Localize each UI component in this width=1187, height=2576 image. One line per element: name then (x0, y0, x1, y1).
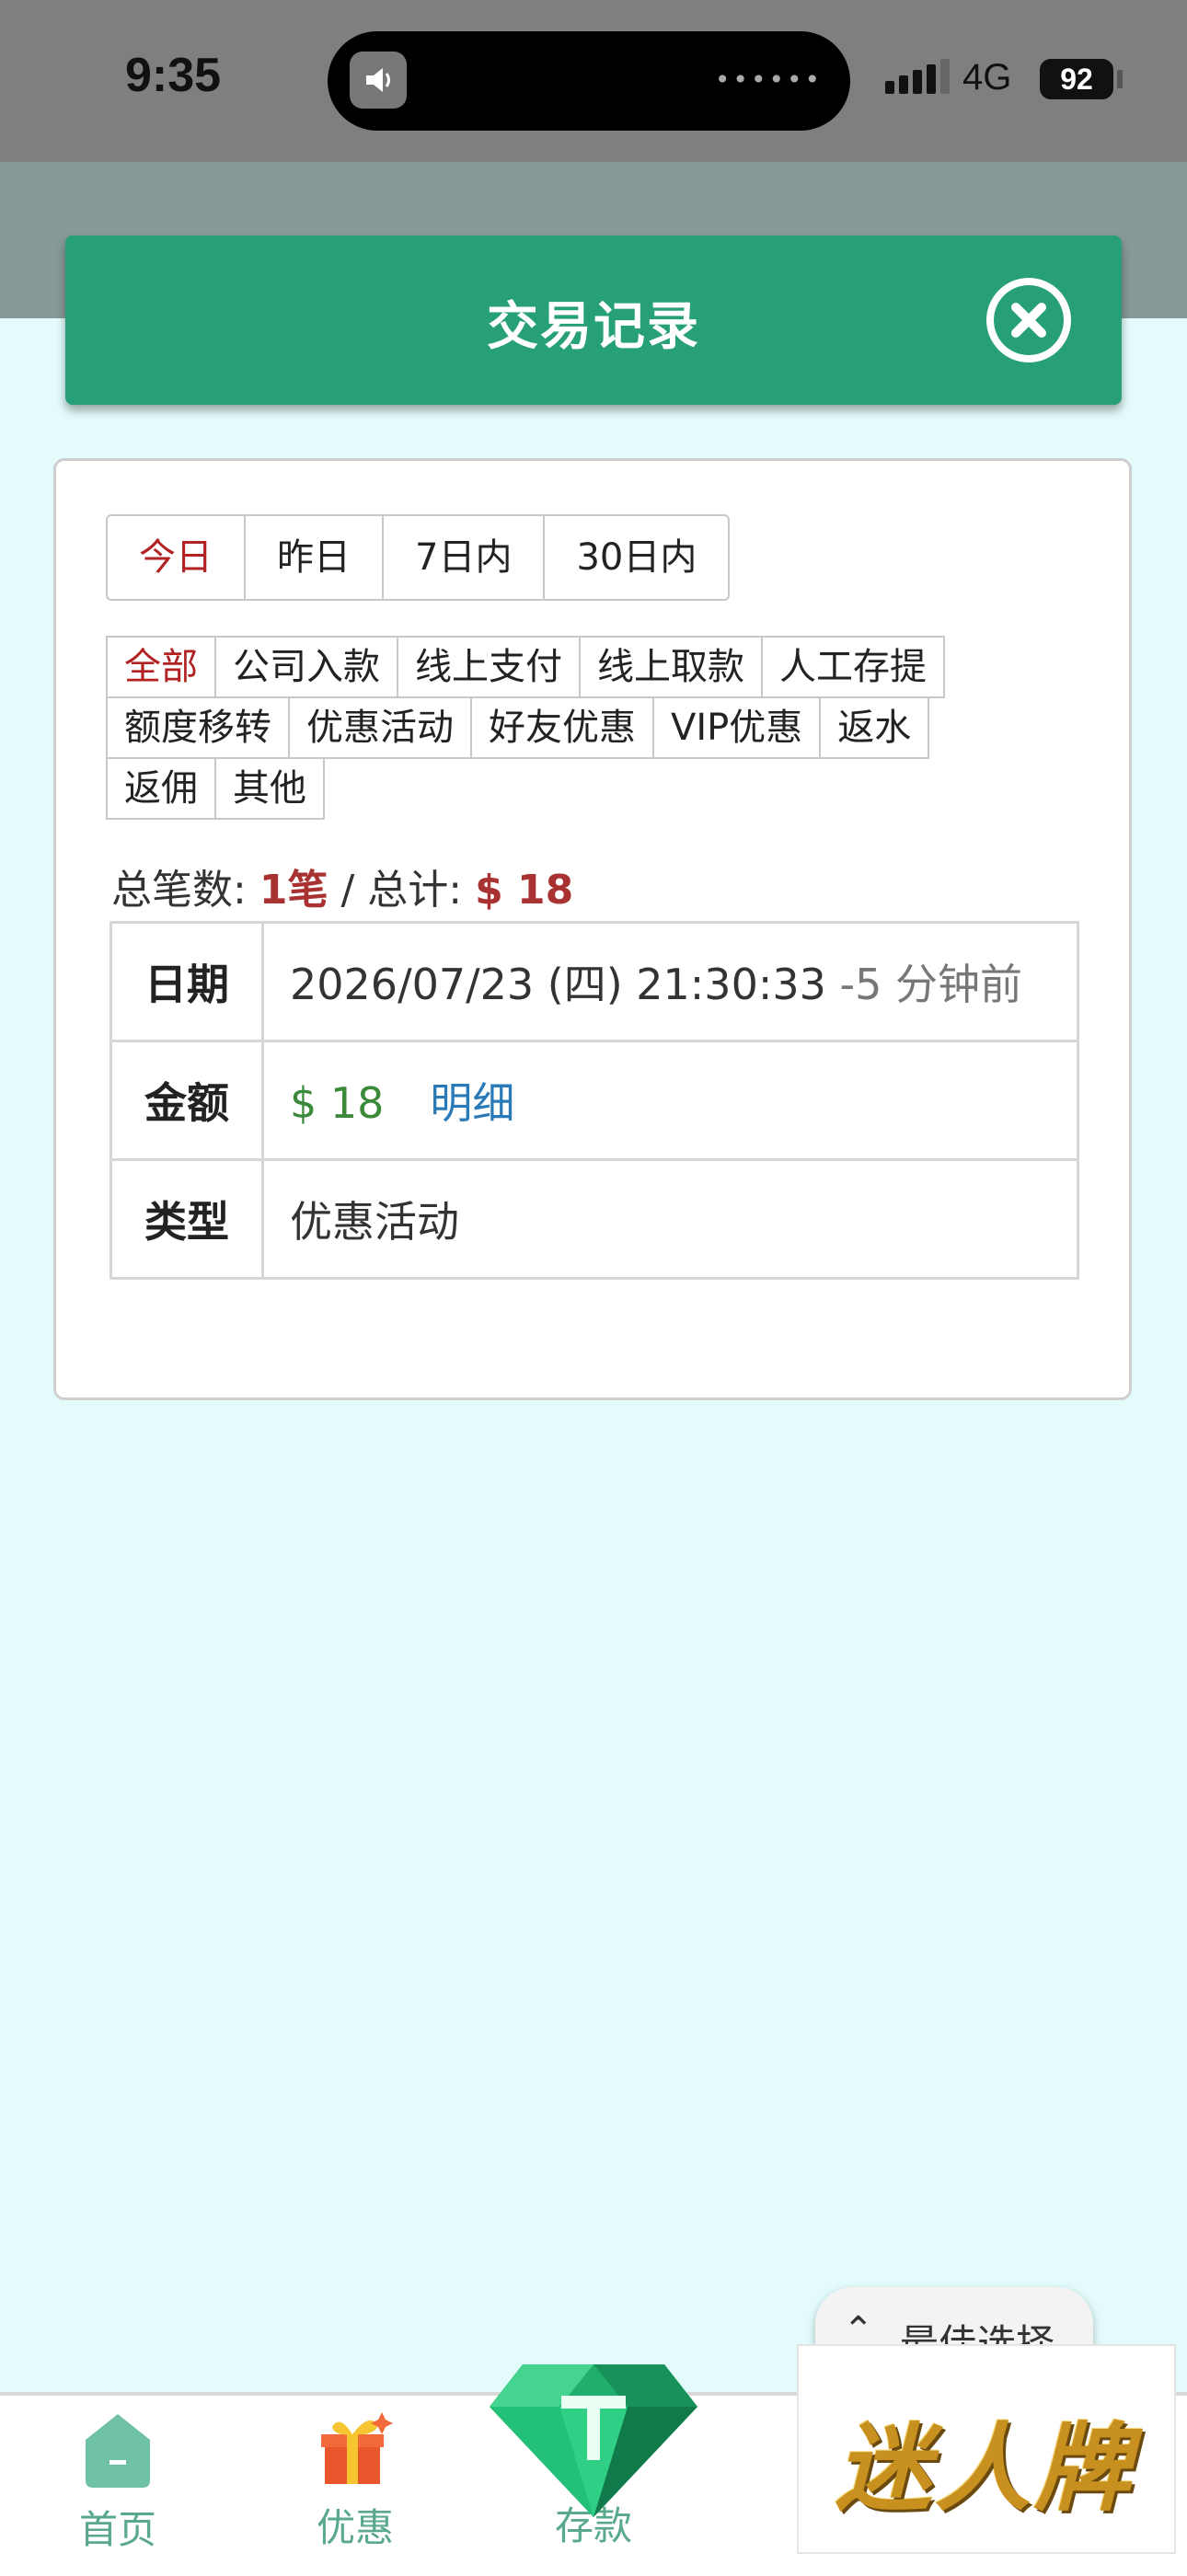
tab-yesterday[interactable]: 昨日 (246, 516, 384, 599)
amount-value: $ 18 (290, 1078, 385, 1128)
filter-commission[interactable]: 返佣 (106, 757, 216, 820)
filter-all[interactable]: 全部 (106, 636, 216, 698)
status-bar: 9:35 •••••• 4G 92 (0, 0, 1187, 162)
detail-link[interactable]: 明细 (430, 1078, 514, 1128)
battery-cap-icon (1117, 70, 1123, 88)
amount-label: 金额 (109, 1040, 264, 1161)
table-row: 日期 2026/07/23 (四) 21:30:33 -5 分钟前 (109, 921, 1079, 1042)
modal-header: 交易记录 (65, 236, 1122, 405)
nav-home-label: 首页 (78, 2507, 156, 2552)
date-cell: 2026/07/23 (四) 21:30:33 -5 分钟前 (261, 921, 1079, 1042)
tab-today[interactable]: 今日 (108, 516, 246, 599)
tab-7-days[interactable]: 7日内 (384, 516, 546, 599)
filter-other[interactable]: 其他 (214, 757, 325, 820)
record-table: 日期 2026/07/23 (四) 21:30:33 -5 分钟前 金额 $ 1… (109, 921, 1079, 1280)
diamond-icon[interactable] (486, 2355, 701, 2519)
page-title: 交易记录 (487, 297, 700, 357)
count-label: 总笔数: (111, 867, 247, 914)
signal-icon (885, 59, 950, 94)
type-label: 类型 (109, 1158, 264, 1280)
network-type: 4G (962, 57, 1012, 98)
dynamic-island: •••••• (328, 31, 850, 131)
filter-rebate[interactable]: 返水 (819, 696, 930, 759)
time-ago: -5 分钟前 (839, 960, 1023, 1009)
filter-promotion[interactable]: 优惠活动 (288, 696, 472, 759)
brand-logo[interactable]: 迷人牌 (797, 2344, 1176, 2554)
date-value: 2026/07/23 (四) 21:30:33 (290, 960, 826, 1009)
table-row: 金额 $ 18 明细 (109, 1040, 1079, 1161)
home-icon (78, 2407, 157, 2491)
date-range-tabs: 今日 昨日 7日内 30日内 (106, 514, 731, 601)
filter-online-payment[interactable]: 线上支付 (397, 636, 581, 698)
filter-friend-bonus[interactable]: 好友优惠 (470, 696, 654, 759)
filter-online-withdraw[interactable]: 线上取款 (579, 636, 763, 698)
close-button[interactable] (986, 278, 1071, 362)
total-amount: $ 18 (475, 867, 574, 914)
date-label: 日期 (109, 921, 264, 1042)
records-panel: 今日 昨日 7日内 30日内 全部 公司入款 线上支付 线上取款 人工存提 额度… (53, 458, 1132, 1400)
summary-separator: / (328, 867, 368, 914)
summary-line: 总笔数: 1笔 / 总计: $ 18 (111, 857, 573, 915)
speaker-icon (350, 52, 407, 109)
filter-transfer[interactable]: 额度移转 (106, 696, 290, 759)
total-label: 总计: (367, 867, 463, 914)
nav-home[interactable]: 首页 (26, 2407, 210, 2555)
status-time: 9:35 (125, 49, 222, 102)
filter-company-deposit[interactable]: 公司入款 (214, 636, 398, 698)
table-row: 类型 优惠活动 (109, 1158, 1079, 1280)
tab-30-days[interactable]: 30日内 (545, 516, 728, 599)
nav-promotions-label: 优惠 (316, 2505, 394, 2550)
gift-icon (314, 2407, 397, 2490)
brand-logo-text: 迷人牌 (836, 2411, 1135, 2524)
type-value: 优惠活动 (261, 1158, 1079, 1280)
filter-manual[interactable]: 人工存提 (761, 636, 945, 698)
amount-cell: $ 18 明细 (261, 1040, 1079, 1161)
filter-vip-bonus[interactable]: VIP优惠 (652, 696, 822, 759)
island-dots-icon: •••••• (714, 64, 823, 95)
record-count: 1笔 (259, 867, 328, 914)
battery-indicator: 92 (1040, 59, 1113, 99)
nav-promotions[interactable]: 优惠 (263, 2407, 447, 2553)
close-icon (994, 285, 1064, 355)
type-filters: 全部 公司入款 线上支付 线上取款 人工存提 额度移转 优惠活动 好友优惠 VI… (106, 636, 1026, 820)
